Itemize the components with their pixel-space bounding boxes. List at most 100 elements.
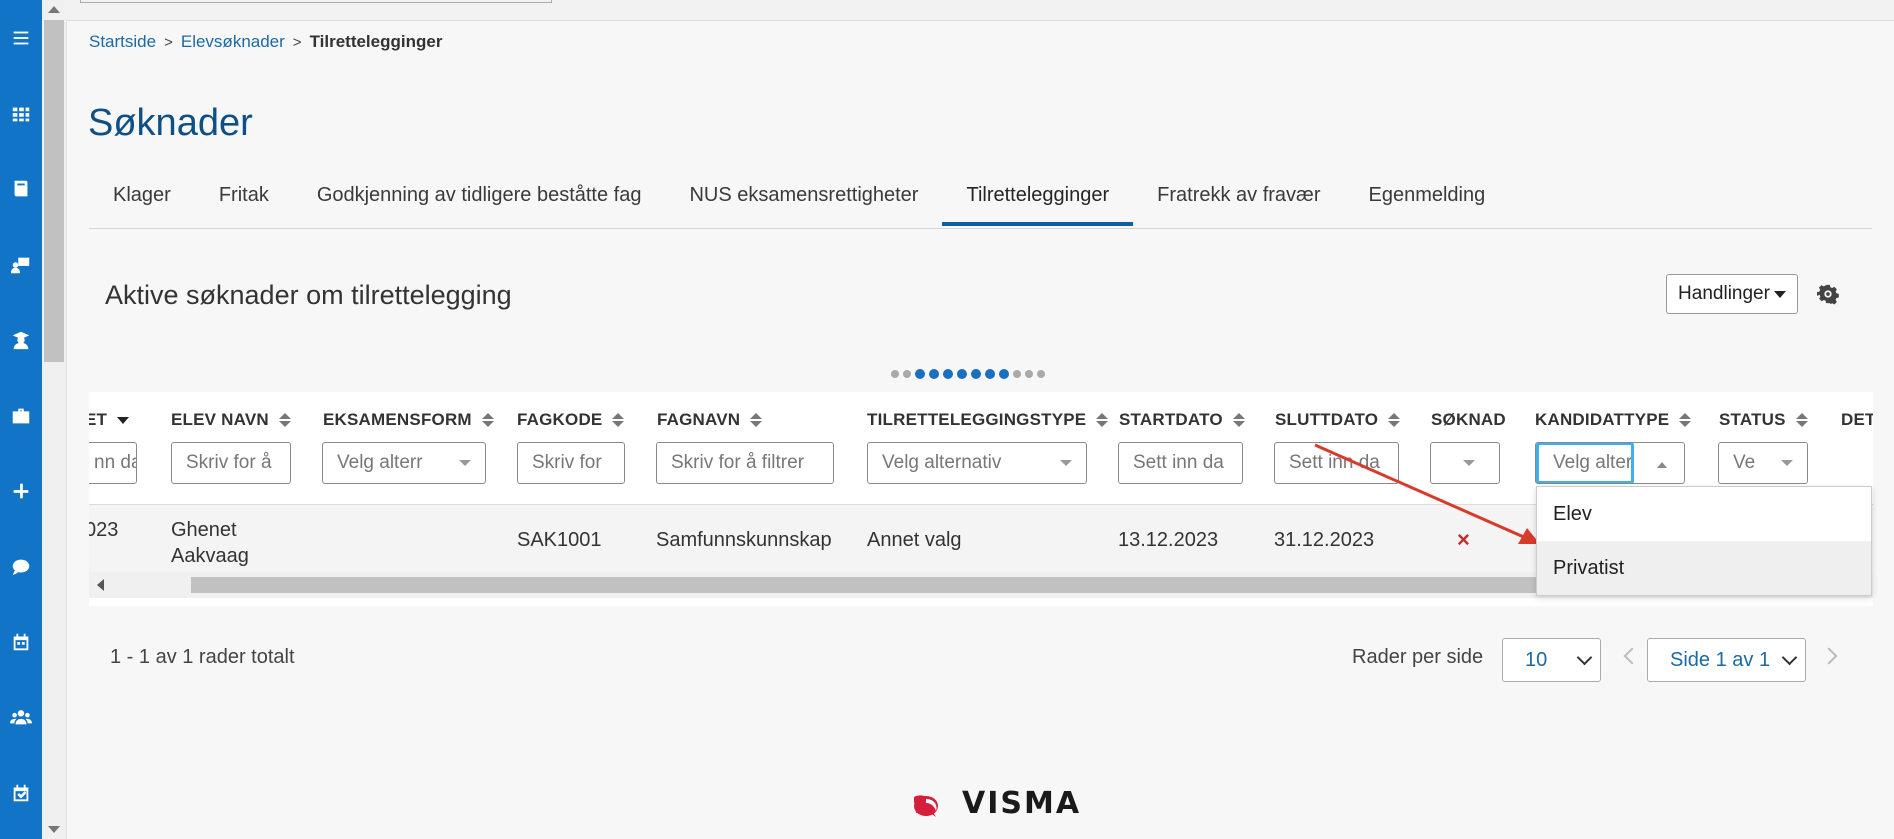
scroll-up-arrow[interactable] xyxy=(48,6,60,13)
cell-sluttdato: 31.12.2023 xyxy=(1274,529,1375,551)
filter-soknad-select[interactable] xyxy=(1430,442,1500,484)
column-header-fagnavn[interactable]: FAGNAVN xyxy=(657,410,763,430)
carousel-dot[interactable] xyxy=(903,370,911,378)
caret-down-icon xyxy=(1773,290,1786,298)
tab-fratrekk-av-fravaer[interactable]: Fratrekk av fravær xyxy=(1133,176,1344,226)
chevron-down-icon xyxy=(1781,649,1798,666)
filter-sluttdato[interactable]: Sett inn da xyxy=(1274,442,1399,484)
prev-page-chevron-icon[interactable] xyxy=(1623,647,1641,665)
rows-per-page-select[interactable]: 10 xyxy=(1502,638,1601,682)
apps-grid-icon[interactable] xyxy=(0,94,42,134)
cell-fagkode: SAK1001 xyxy=(517,529,602,551)
filter-status-select[interactable]: Ve xyxy=(1718,442,1808,484)
teacher-board-icon[interactable] xyxy=(0,245,42,285)
tab-egenmelding[interactable]: Egenmelding xyxy=(1345,176,1510,226)
carousel-dot[interactable] xyxy=(1013,370,1021,378)
calendar-check-icon[interactable] xyxy=(0,773,42,813)
carousel-dot[interactable] xyxy=(999,369,1009,379)
cell-elev-navn: Ghenet Aakvaag xyxy=(171,517,249,569)
tab-tilrettelegginger[interactable]: Tilrettelegginger xyxy=(942,176,1134,226)
tab-godkjenning[interactable]: Godkjenning av tidligere beståtte fag xyxy=(293,176,666,226)
tab-fritak[interactable]: Fritak xyxy=(195,176,293,226)
cell-date-partial: 023 xyxy=(89,519,119,541)
sort-icon xyxy=(1795,413,1808,427)
column-header-soknad[interactable]: SØKNAD xyxy=(1431,410,1506,430)
column-header-kandidattype[interactable]: KANDIDATTYPE xyxy=(1535,410,1692,430)
page-scrollbar[interactable] xyxy=(42,0,67,839)
book-icon[interactable] xyxy=(0,169,42,209)
chevron-down-icon xyxy=(1463,460,1475,466)
briefcase-icon[interactable] xyxy=(0,396,42,436)
handlinger-button[interactable]: Handlinger xyxy=(1666,274,1798,314)
scrollbar-thumb[interactable] xyxy=(44,20,64,362)
users-icon[interactable] xyxy=(0,697,42,737)
visma-logo-text: VISMA xyxy=(962,786,1082,821)
calendar-icon[interactable] xyxy=(0,622,42,662)
carousel-dot[interactable] xyxy=(929,369,939,379)
column-header-elev-navn[interactable]: ELEV NAVN xyxy=(171,410,291,430)
next-page-chevron-icon[interactable] xyxy=(1820,647,1838,665)
filter-startdato[interactable]: Sett inn da xyxy=(1118,442,1243,484)
column-header-det[interactable]: DET xyxy=(1841,410,1873,430)
sort-icon xyxy=(1232,413,1245,427)
page-select[interactable]: Side 1 av 1 xyxy=(1647,638,1806,682)
filter-tilretteleggingstype-select[interactable]: Velg alternativ xyxy=(867,442,1087,484)
breadcrumb-home[interactable]: Startside xyxy=(89,32,156,52)
cell-startdato: 13.12.2023 xyxy=(1118,529,1219,551)
tab-klager[interactable]: Klager xyxy=(89,176,195,226)
visma-logo: VISMA xyxy=(912,786,1081,821)
pager-info: 1 - 1 av 1 rader totalt xyxy=(110,646,295,668)
filter-et-date[interactable]: nn da xyxy=(89,442,137,484)
column-header-tilretteleggingstype[interactable]: TILRETTELEGGINGSTYPE xyxy=(867,410,1109,430)
dropdown-option-elev[interactable]: Elev xyxy=(1537,487,1871,541)
carousel-dot[interactable] xyxy=(985,369,995,379)
column-header-sluttdato[interactable]: SLUTTDATO xyxy=(1275,410,1401,430)
column-header-et[interactable]: ET xyxy=(89,410,130,430)
filter-fagnavn[interactable]: Skriv for å filtrer xyxy=(656,442,834,484)
filter-elev-navn[interactable]: Skriv for å xyxy=(171,442,291,484)
carousel-dot[interactable] xyxy=(915,369,925,379)
chevron-down-icon xyxy=(459,460,471,466)
tab-nus-eksamensrettigheter[interactable]: NUS eksamensrettigheter xyxy=(665,176,942,226)
scroll-left-arrow[interactable] xyxy=(97,579,104,591)
sort-icon xyxy=(278,413,291,427)
chat-icon[interactable] xyxy=(0,547,42,587)
carousel-dot[interactable] xyxy=(957,369,967,379)
elev-last-name: Aakvaag xyxy=(171,545,249,567)
column-header-startdato[interactable]: STARTDATO xyxy=(1119,410,1245,430)
chevron-up-icon[interactable] xyxy=(1657,462,1667,468)
cell-tilretteleggingstype: Annet valg xyxy=(867,529,962,551)
plus-icon[interactable] xyxy=(0,471,42,511)
settings-gear-icon[interactable] xyxy=(1817,283,1839,305)
breadcrumb: Startside > Elevsøknader > Tilretteleggi… xyxy=(89,32,442,52)
dropdown-option-privatist[interactable]: Privatist xyxy=(1537,541,1871,595)
top-search-field[interactable] xyxy=(80,0,552,3)
sort-desc-icon xyxy=(117,416,130,424)
filter-eksamensform-select[interactable]: Velg alterr xyxy=(322,442,486,484)
carousel-dot[interactable] xyxy=(1025,370,1033,378)
kandidattype-dropdown: Elev Privatist xyxy=(1536,486,1872,596)
student-icon[interactable] xyxy=(0,320,42,360)
soknad-missing-x-icon: × xyxy=(1457,527,1470,552)
carousel-dot[interactable] xyxy=(1037,370,1045,378)
carousel-dot[interactable] xyxy=(943,369,953,379)
chevron-down-icon xyxy=(1060,460,1072,466)
column-header-status[interactable]: STATUS xyxy=(1719,410,1808,430)
chevron-down-icon xyxy=(1781,460,1793,466)
menu-icon[interactable] xyxy=(0,18,42,58)
breadcrumb-parent[interactable]: Elevsøknader xyxy=(181,32,285,52)
rows-per-page-label: Rader per side xyxy=(1352,646,1484,668)
scroll-down-arrow[interactable] xyxy=(48,826,60,833)
carousel-dot[interactable] xyxy=(971,369,981,379)
column-carousel-indicator[interactable] xyxy=(891,369,1045,379)
filter-kandidattype-input[interactable]: Velg alter xyxy=(1536,442,1634,484)
filter-fagkode[interactable]: Skriv for xyxy=(517,442,625,484)
rows-per-page-value: 10 xyxy=(1525,648,1548,671)
tab-bar: Klager Fritak Godkjenning av tidligere b… xyxy=(89,176,1872,229)
page-select-value: Side 1 av 1 xyxy=(1670,648,1771,671)
column-header-eksamensform[interactable]: EKSAMENSFORM xyxy=(323,410,494,430)
column-header-fagkode[interactable]: FAGKODE xyxy=(517,410,625,430)
sort-icon xyxy=(1679,413,1692,427)
table-header: ET ELEV NAVN EKSAMENSFORM FAGKODE FAGNAV… xyxy=(89,392,1873,446)
carousel-dot[interactable] xyxy=(891,370,899,378)
